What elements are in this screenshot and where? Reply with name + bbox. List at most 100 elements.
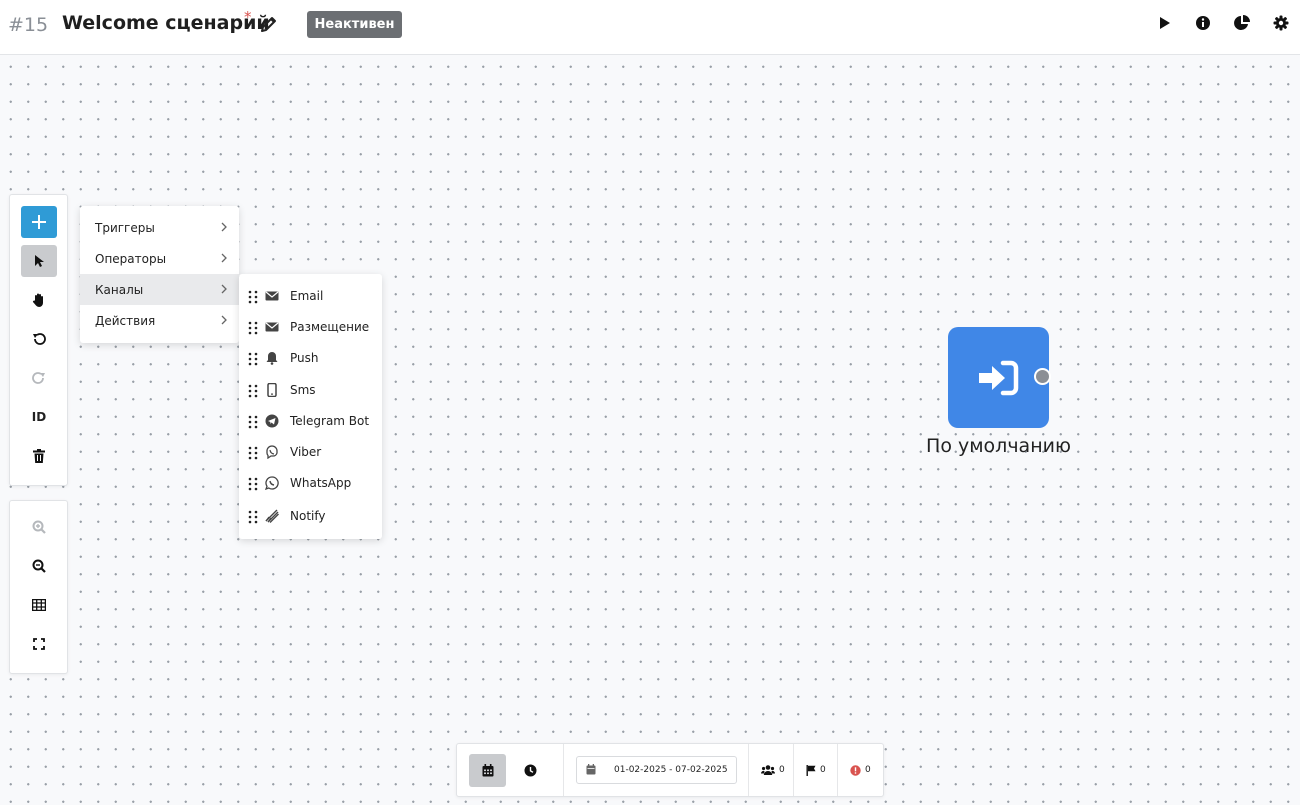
- redo-button[interactable]: [21, 362, 57, 394]
- drag-handle-icon[interactable]: [248, 384, 258, 398]
- workflow-canvas[interactable]: [0, 56, 1300, 805]
- channels-submenu: Email Размещение Push Sms Telegram Bot V…: [239, 274, 382, 539]
- id-label: ID: [31, 410, 47, 424]
- users-count: 0: [779, 765, 785, 775]
- play-icon[interactable]: [1155, 14, 1173, 32]
- channel-telegram-bot[interactable]: Telegram Bot: [239, 406, 382, 437]
- pan-tool-button[interactable]: [21, 284, 57, 316]
- drag-handle-icon[interactable]: [248, 510, 258, 524]
- plus-icon: [32, 215, 46, 229]
- stats-bar: 01-02-2025 - 07-02-2025 0 0 0: [456, 743, 884, 797]
- chevron-right-icon: [221, 284, 227, 294]
- channel-label: Email: [290, 289, 324, 303]
- select-tool-button[interactable]: [21, 245, 57, 277]
- drag-handle-icon[interactable]: [248, 415, 258, 429]
- pointer-icon: [35, 255, 44, 267]
- drag-handle-icon[interactable]: [248, 352, 258, 366]
- channel-label: Размещение: [290, 320, 370, 334]
- sign-in-icon: [978, 360, 1018, 395]
- chevron-right-icon: [221, 222, 227, 232]
- pencil-icon[interactable]: [259, 14, 279, 34]
- channel-sms[interactable]: Sms: [239, 375, 382, 406]
- error-icon: [850, 764, 861, 776]
- editor-toolbar: ID: [9, 194, 68, 486]
- menu-item-label: Каналы: [95, 282, 144, 297]
- channel-label: WhatsApp: [290, 476, 352, 490]
- required-mark: *: [244, 8, 252, 26]
- channel-label: Push: [290, 351, 319, 365]
- notify-icon: [265, 509, 279, 523]
- divider: [793, 744, 794, 796]
- realtime-mode-button[interactable]: [512, 754, 549, 787]
- menu-item-label: Действия: [95, 313, 156, 328]
- delete-button[interactable]: [21, 440, 57, 472]
- node-output-port[interactable]: [1034, 368, 1051, 385]
- pie-chart-icon[interactable]: [1233, 14, 1251, 32]
- redo-icon: [32, 372, 45, 384]
- zoom-out-icon: [32, 559, 46, 573]
- zoom-out-button[interactable]: [21, 550, 57, 582]
- menu-item-triggers[interactable]: Триггеры: [80, 212, 239, 243]
- scenario-title[interactable]: Welcome сценарий: [62, 12, 270, 34]
- zoom-in-icon: [32, 520, 46, 534]
- add-button[interactable]: [21, 206, 57, 238]
- gear-icon[interactable]: [1272, 14, 1290, 32]
- channel-label: Sms: [290, 383, 316, 397]
- fullscreen-button[interactable]: [21, 628, 57, 660]
- divider: [837, 744, 838, 796]
- channel-notify[interactable]: Notify: [239, 501, 382, 532]
- goals-count: 0: [820, 765, 826, 775]
- menu-item-label: Триггеры: [95, 220, 155, 235]
- fullscreen-icon: [33, 638, 45, 650]
- channel-label: Notify: [290, 509, 326, 523]
- mobile-icon: [267, 383, 277, 397]
- date-range-picker[interactable]: 01-02-2025 - 07-02-2025: [576, 756, 737, 784]
- envelope-icon: [265, 322, 279, 332]
- undo-icon: [33, 333, 46, 345]
- drag-handle-icon[interactable]: [248, 477, 258, 491]
- flag-icon: [806, 764, 816, 776]
- viber-icon: [266, 445, 278, 459]
- chevron-right-icon: [221, 253, 227, 263]
- divider: [748, 744, 749, 796]
- drag-handle-icon[interactable]: [248, 446, 258, 460]
- chevron-right-icon: [221, 315, 227, 325]
- whatsapp-icon: [265, 476, 279, 490]
- header: #15 Welcome сценарий * Неактивен: [0, 0, 1300, 55]
- channel-label: Viber: [290, 445, 322, 459]
- menu-item-actions[interactable]: Действия: [80, 305, 239, 336]
- drag-handle-icon[interactable]: [248, 290, 258, 304]
- users-stat: 0: [761, 763, 785, 777]
- zoom-in-button[interactable]: [21, 511, 57, 543]
- info-icon[interactable]: [1194, 14, 1212, 32]
- undo-button[interactable]: [21, 323, 57, 355]
- users-icon: [761, 765, 775, 775]
- channel-viber[interactable]: Viber: [239, 437, 382, 468]
- errors-count: 0: [865, 765, 871, 775]
- hand-icon: [32, 293, 43, 307]
- channel-label: Telegram Bot: [290, 414, 370, 428]
- date-range-value: 01-02-2025 - 07-02-2025: [614, 765, 728, 775]
- goals-stat: 0: [806, 763, 826, 777]
- channel-email[interactable]: Email: [239, 281, 382, 312]
- channel-placement[interactable]: Размещение: [239, 312, 382, 343]
- add-node-menu: Триггеры Операторы Каналы Действия: [80, 206, 239, 343]
- telegram-icon: [265, 414, 279, 428]
- menu-item-label: Операторы: [95, 251, 167, 266]
- grid-icon: [32, 599, 46, 611]
- divider: [563, 744, 564, 796]
- calendar-icon: [586, 764, 596, 775]
- channel-push[interactable]: Push: [239, 343, 382, 374]
- view-toolbar: [9, 500, 68, 674]
- envelope-icon: [265, 291, 279, 301]
- errors-stat: 0: [850, 763, 871, 777]
- grid-toggle-button[interactable]: [21, 589, 57, 621]
- calendar-mode-button[interactable]: [469, 754, 506, 787]
- show-id-button[interactable]: ID: [21, 401, 57, 433]
- trash-icon: [33, 449, 45, 463]
- calendar-icon: [482, 764, 493, 777]
- channel-whatsapp[interactable]: WhatsApp: [239, 468, 382, 499]
- menu-item-channels[interactable]: Каналы: [80, 274, 239, 305]
- menu-item-operators[interactable]: Операторы: [80, 243, 239, 274]
- drag-handle-icon[interactable]: [248, 321, 258, 335]
